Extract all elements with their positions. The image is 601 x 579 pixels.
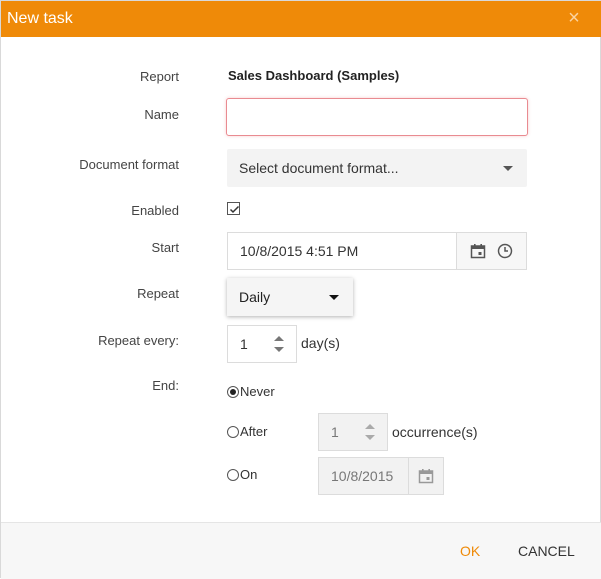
- name-label: Name: [144, 107, 179, 122]
- stepper-arrows: [365, 414, 377, 450]
- repeat-value: Daily: [239, 289, 271, 305]
- dialog-title: New task: [7, 10, 73, 27]
- spinner-up-icon[interactable]: [274, 336, 284, 341]
- close-icon[interactable]: ×: [564, 8, 584, 28]
- radio-never[interactable]: [227, 385, 239, 398]
- radio-after[interactable]: [227, 425, 239, 438]
- start-label: Start: [151, 240, 179, 255]
- cancel-button[interactable]: CANCEL: [518, 543, 575, 559]
- end-option-after[interactable]: After: [227, 424, 267, 439]
- repeat-every-unit: day(s): [301, 335, 340, 351]
- start-picker-buttons: [456, 233, 526, 269]
- document-format-value: Select document format...: [239, 160, 399, 176]
- chevron-down-icon: [329, 295, 339, 300]
- check-icon: [229, 205, 240, 214]
- end-option-on[interactable]: On: [227, 467, 257, 482]
- after-occurrences-value: 1: [331, 424, 339, 440]
- name-input[interactable]: [226, 98, 528, 136]
- repeat-every-stepper[interactable]: 1: [227, 325, 297, 363]
- spinner-down-icon[interactable]: [274, 347, 284, 352]
- repeat-label: Repeat: [137, 286, 179, 301]
- end-on-date-input[interactable]: 10/8/2015: [318, 457, 444, 495]
- stepper-arrows: [274, 326, 286, 362]
- document-format-label: Document format: [79, 157, 179, 172]
- spinner-down-icon[interactable]: [365, 435, 375, 440]
- repeat-dropdown[interactable]: Daily: [227, 278, 353, 316]
- dialog-titlebar: New task ×: [1, 1, 601, 37]
- start-value: 10/8/2015 4:51 PM: [240, 243, 359, 259]
- radio-on[interactable]: [227, 468, 239, 481]
- repeat-every-label: Repeat every:: [98, 333, 179, 348]
- enabled-label: Enabled: [131, 203, 179, 218]
- enabled-checkbox[interactable]: [227, 202, 240, 215]
- after-occurrences-stepper[interactable]: 1: [318, 413, 388, 451]
- spinner-up-icon[interactable]: [365, 424, 375, 429]
- radio-on-label: On: [240, 467, 258, 482]
- radio-after-label: After: [240, 424, 268, 439]
- repeat-every-value: 1: [240, 336, 248, 352]
- report-value: Sales Dashboard (Samples): [228, 68, 400, 83]
- calendar-icon[interactable]: [470, 243, 486, 259]
- document-format-select[interactable]: Select document format...: [227, 149, 527, 187]
- end-label: End:: [152, 378, 179, 393]
- end-on-date-value: 10/8/2015: [331, 468, 394, 484]
- calendar-icon: [418, 469, 434, 484]
- report-label: Report: [139, 69, 179, 84]
- dialog-footer: OK CANCEL: [1, 522, 601, 579]
- ok-button[interactable]: OK: [460, 543, 480, 559]
- new-task-dialog: New task × Report Sales Dashboard (Sampl…: [0, 0, 601, 579]
- end-on-date-picker-button[interactable]: [408, 458, 443, 494]
- radio-never-label: Never: [240, 384, 275, 399]
- clock-icon[interactable]: [497, 243, 513, 259]
- end-option-never[interactable]: Never: [227, 384, 275, 399]
- chevron-down-icon: [503, 166, 513, 171]
- start-datetime-input[interactable]: 10/8/2015 4:51 PM: [227, 232, 527, 270]
- after-occurrences-unit: occurrence(s): [392, 424, 478, 440]
